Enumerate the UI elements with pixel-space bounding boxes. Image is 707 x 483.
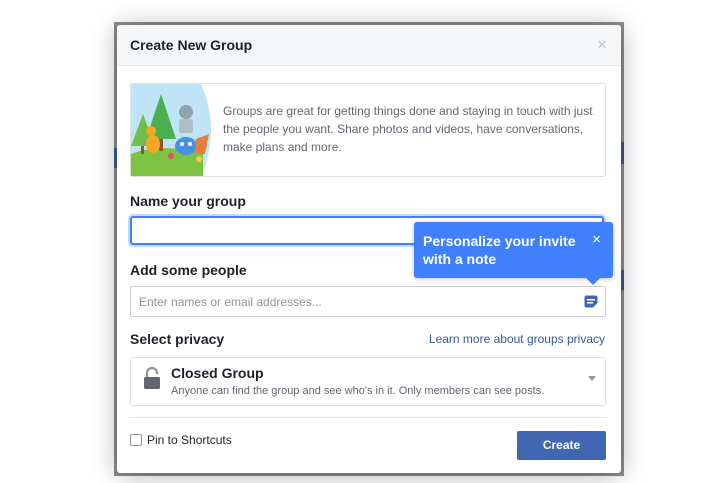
privacy-option-name: Closed Group	[171, 365, 264, 381]
pin-to-shortcuts-label: Pin to Shortcuts	[147, 433, 232, 447]
close-icon[interactable]: ×	[597, 35, 607, 55]
select-privacy-label: Select privacy	[130, 331, 225, 347]
create-button[interactable]: Create	[517, 431, 606, 460]
add-people-input[interactable]: Enter names or email addresses...	[130, 286, 606, 317]
tooltip-close-icon[interactable]: ×	[592, 231, 601, 248]
lock-icon	[144, 367, 160, 389]
invite-note-tooltip: Personalize your invite with a note ×	[414, 222, 613, 285]
pin-to-shortcuts-checkbox[interactable]	[130, 434, 142, 446]
pin-to-shortcuts-row[interactable]: Pin to Shortcuts	[130, 433, 232, 447]
intro-text: Groups are great for getting things done…	[223, 104, 593, 154]
add-people-placeholder: Enter names or email addresses...	[139, 295, 322, 309]
privacy-selector[interactable]: Closed Group Anyone can find the group a…	[130, 357, 606, 406]
dialog-header: Create New Group ×	[117, 25, 621, 66]
chevron-down-icon	[588, 376, 596, 381]
group-illustration	[131, 84, 211, 176]
dialog-title: Create New Group	[130, 37, 253, 53]
footer-divider	[130, 417, 606, 418]
name-group-label: Name your group	[130, 193, 246, 209]
tooltip-text: Personalize your invite with a note	[423, 233, 576, 267]
intro-panel: Groups are great for getting things done…	[130, 83, 606, 177]
privacy-learn-more-link[interactable]: Learn more about groups privacy	[429, 332, 605, 346]
add-people-label: Add some people	[130, 262, 247, 278]
note-icon[interactable]	[584, 295, 598, 309]
privacy-option-description: Anyone can find the group and see who's …	[171, 385, 545, 397]
